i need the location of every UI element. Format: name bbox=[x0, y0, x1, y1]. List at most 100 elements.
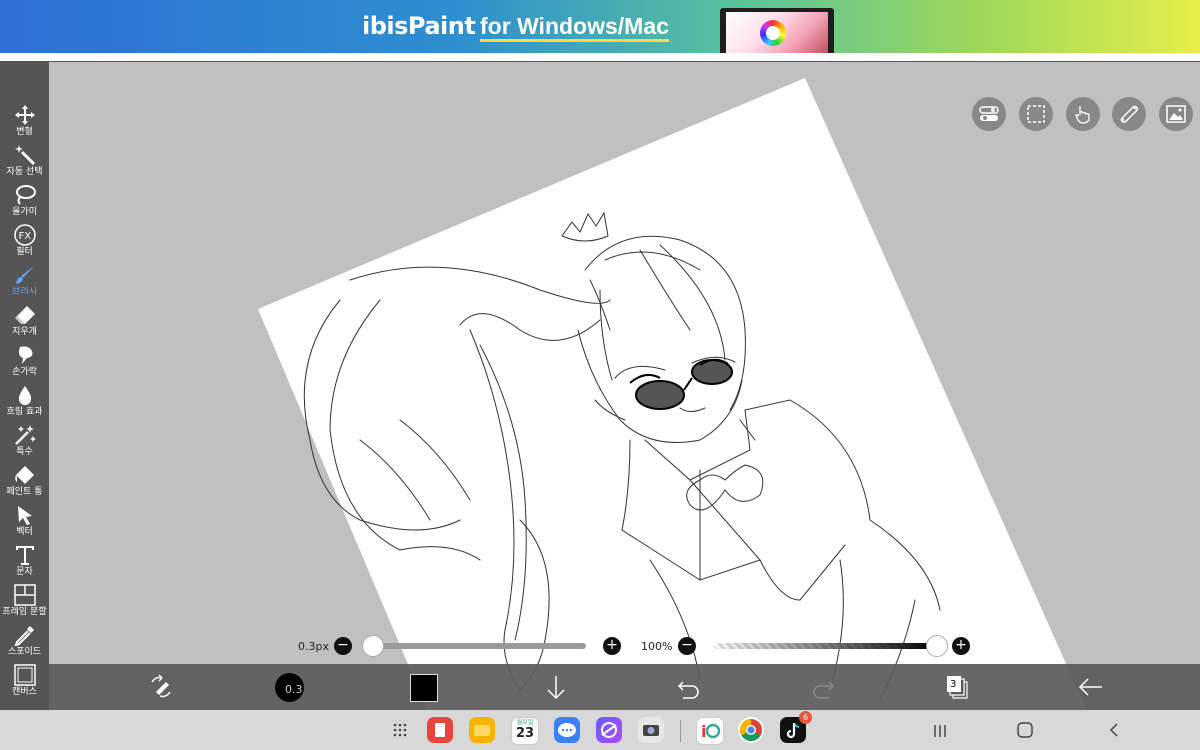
brush-size-value: 0.3px bbox=[298, 640, 329, 653]
tool-label: 손가락 bbox=[12, 367, 37, 377]
tool-special[interactable]: 특수 bbox=[0, 422, 49, 462]
toggle-icon bbox=[979, 106, 999, 121]
tool-label: 흐림 효과 bbox=[6, 407, 43, 417]
tool-label: 자동 선택 bbox=[6, 167, 43, 177]
blur-drop-icon bbox=[0, 384, 49, 406]
ruler-button[interactable] bbox=[1112, 97, 1146, 131]
toggle-panel-button[interactable] bbox=[972, 97, 1006, 131]
banner-divider bbox=[0, 53, 1200, 62]
calendar-day: 23 bbox=[515, 726, 535, 741]
tool-filter[interactable]: FX 필터 bbox=[0, 222, 49, 262]
layers-button[interactable]: 3 bbox=[942, 664, 972, 710]
dashed-selection-icon bbox=[1027, 105, 1045, 123]
tool-magic-wand[interactable]: 자동 선택 bbox=[0, 142, 49, 182]
tool-canvas[interactable]: 캔버스 bbox=[0, 662, 49, 702]
tool-brush[interactable]: 브러시 bbox=[0, 262, 49, 302]
tool-label: 스포이드 bbox=[7, 647, 42, 657]
chevron-left-icon bbox=[1109, 723, 1118, 737]
image-icon bbox=[1166, 105, 1186, 123]
messages-app-icon[interactable] bbox=[554, 717, 580, 743]
redo-icon bbox=[813, 681, 835, 699]
tool-frame-divider[interactable]: 프레임 분할 bbox=[0, 582, 49, 622]
quick-switch-button[interactable] bbox=[144, 664, 178, 710]
redo-button[interactable] bbox=[808, 664, 838, 710]
svg-text:FX: FX bbox=[18, 231, 31, 242]
apps-grid-icon[interactable] bbox=[392, 722, 408, 742]
tool-sidebar: 변형 자동 선택 올가미 FX 필터 브러시 지우개 손가락 흐림 효과 특수 … bbox=[0, 62, 49, 710]
notes-app-icon[interactable] bbox=[427, 717, 453, 743]
home-button[interactable] bbox=[1016, 721, 1034, 743]
home-icon bbox=[1017, 722, 1033, 738]
selection-button[interactable] bbox=[1019, 97, 1053, 131]
tool-lasso[interactable]: 올가미 bbox=[0, 182, 49, 222]
ruler-icon bbox=[1120, 105, 1139, 124]
brush-size-increase-button[interactable]: + bbox=[603, 637, 621, 655]
tool-transform[interactable]: 변형 bbox=[0, 102, 49, 142]
frame-divider-icon bbox=[0, 584, 49, 606]
opacity-value: 100% bbox=[641, 640, 673, 653]
tool-smudge[interactable]: 손가락 bbox=[0, 342, 49, 382]
notification-badge: 6 bbox=[799, 711, 812, 724]
internet-app-icon[interactable] bbox=[596, 717, 622, 743]
text-icon bbox=[0, 544, 49, 566]
tool-label: 필터 bbox=[16, 247, 33, 257]
layer-down-button[interactable] bbox=[541, 664, 571, 710]
brush-size-decrease-button[interactable]: − bbox=[334, 637, 352, 655]
canvas-icon bbox=[0, 664, 49, 686]
camera-app-icon[interactable] bbox=[638, 717, 664, 743]
tool-label: 문자 bbox=[16, 567, 33, 577]
tiktok-app-icon[interactable]: 6 bbox=[780, 711, 812, 743]
chrome-app-icon[interactable] bbox=[738, 717, 764, 743]
tool-label: 브러시 bbox=[12, 287, 37, 297]
vector-arrow-icon bbox=[0, 504, 49, 526]
tool-label: 프레임 분할 bbox=[2, 607, 47, 617]
eyedropper-icon bbox=[0, 624, 49, 647]
tool-label: 특수 bbox=[16, 447, 33, 457]
opacity-increase-button[interactable]: + bbox=[952, 637, 970, 655]
tool-label: 페인트 통 bbox=[6, 487, 43, 497]
bottom-toolbar: 0.3 3 bbox=[49, 664, 1200, 710]
files-app-icon[interactable] bbox=[469, 717, 495, 743]
back-button[interactable] bbox=[1074, 664, 1108, 710]
color-swatch-button[interactable] bbox=[410, 674, 438, 702]
tool-vector[interactable]: 벡터 bbox=[0, 502, 49, 542]
tool-label: 올가미 bbox=[12, 207, 37, 217]
tool-label: 캔버스 bbox=[12, 687, 37, 697]
tool-paint-bucket[interactable]: 페인트 통 bbox=[0, 462, 49, 502]
taskbar-divider bbox=[680, 720, 681, 742]
arrow-down-icon bbox=[547, 676, 565, 700]
smudge-icon bbox=[0, 344, 49, 366]
recent-apps-button[interactable] bbox=[933, 723, 947, 742]
undo-button[interactable] bbox=[674, 664, 704, 710]
eraser-icon bbox=[0, 304, 49, 326]
calendar-app-icon[interactable]: 월요일 23 bbox=[511, 717, 539, 745]
layers-count: 3 bbox=[950, 679, 957, 690]
ad-banner[interactable]: ibisPaint for Windows/Mac bbox=[0, 0, 1200, 53]
layers-icon bbox=[947, 676, 968, 699]
paint-bucket-icon bbox=[0, 464, 49, 486]
brush-size-slider-knob[interactable] bbox=[362, 635, 384, 657]
svg-text:i: i bbox=[701, 722, 706, 741]
touch-gesture-button[interactable] bbox=[1066, 97, 1100, 131]
fx-icon: FX bbox=[0, 224, 49, 246]
tool-blur[interactable]: 흐림 효과 bbox=[0, 382, 49, 422]
undo-icon bbox=[677, 681, 699, 699]
reference-image-button[interactable] bbox=[1159, 97, 1193, 131]
banner-app-thumbnail bbox=[720, 8, 834, 53]
nav-back-button[interactable] bbox=[1107, 722, 1121, 742]
tool-eraser[interactable]: 지우개 bbox=[0, 302, 49, 342]
ibispaint-logo: ibisPaint bbox=[362, 12, 476, 40]
tool-label: 변형 bbox=[16, 127, 33, 137]
move-icon bbox=[0, 104, 49, 126]
opacity-slider[interactable] bbox=[714, 643, 936, 649]
brush-preview-button[interactable]: 0.3 bbox=[275, 673, 304, 702]
brush-icon bbox=[0, 264, 49, 286]
ibispaint-app-icon[interactable]: i bbox=[696, 717, 724, 745]
tool-eyedropper[interactable]: 스포이드 bbox=[0, 622, 49, 662]
canvas-area[interactable] bbox=[0, 62, 1200, 710]
opacity-decrease-button[interactable]: − bbox=[678, 637, 696, 655]
brush-size-slider[interactable] bbox=[372, 643, 586, 649]
tool-text[interactable]: 문자 bbox=[0, 542, 49, 582]
opacity-slider-knob[interactable] bbox=[926, 635, 948, 657]
recents-icon bbox=[934, 725, 946, 737]
